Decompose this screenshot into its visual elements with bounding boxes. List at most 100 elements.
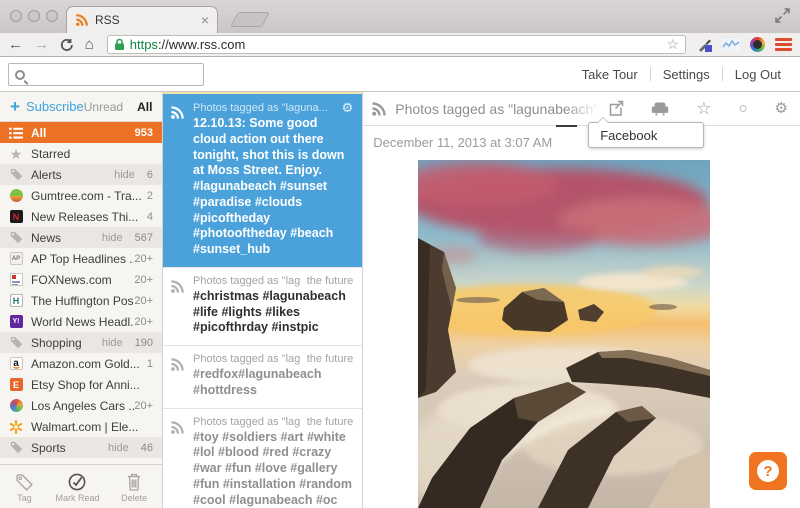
unread-circle-icon[interactable]: ○ bbox=[738, 101, 747, 116]
unread-count: 20+ bbox=[134, 252, 153, 265]
rss-favicon-icon bbox=[76, 14, 88, 26]
browser-tab[interactable]: RSS × bbox=[66, 6, 218, 33]
sidebar-item-all[interactable]: All 953 bbox=[0, 122, 162, 143]
sidebar-item-label: News bbox=[31, 230, 62, 245]
url-scheme: https bbox=[129, 37, 158, 52]
bookmark-star-icon[interactable]: ☆ bbox=[666, 36, 679, 53]
sidebar-item-walmart[interactable]: Walmart.com | Ele... bbox=[0, 416, 162, 437]
logout-link[interactable]: Log Out bbox=[723, 67, 793, 82]
graph-extension-icon[interactable] bbox=[722, 38, 740, 51]
sidebar-item-new-releases[interactable]: N New Releases Thi... 4 bbox=[0, 206, 162, 227]
subscribe-button[interactable]: Subscribe bbox=[26, 99, 84, 114]
filter-unread[interactable]: Unread bbox=[84, 100, 123, 114]
window-zoom-button[interactable] bbox=[46, 10, 58, 22]
delete-button[interactable]: Delete bbox=[121, 473, 147, 503]
sidebar-item-starred[interactable]: ★ Starred bbox=[0, 143, 162, 164]
hide-link[interactable]: hide bbox=[102, 337, 123, 349]
eyedropper-extension-icon[interactable] bbox=[697, 37, 712, 52]
hide-link[interactable]: hide bbox=[114, 169, 135, 181]
new-tab-button[interactable] bbox=[230, 12, 270, 27]
take-tour-link[interactable]: Take Tour bbox=[570, 67, 650, 82]
refresh-icon[interactable] bbox=[60, 38, 74, 52]
amazon-favicon-icon: a bbox=[8, 357, 24, 370]
star-icon[interactable]: ☆ bbox=[696, 100, 711, 117]
account-links: Take Tour Settings Log Out bbox=[570, 57, 793, 91]
tab-close-icon[interactable]: × bbox=[201, 13, 209, 27]
feed-item-title: #toy #soldiers #art #white #lol #blood #… bbox=[193, 429, 353, 507]
window-minimize-button[interactable] bbox=[28, 10, 40, 22]
sidebar-item-foxnews[interactable]: FOXNews.com 20+ bbox=[0, 269, 162, 290]
settings-link[interactable]: Settings bbox=[651, 67, 722, 82]
mark-read-button[interactable]: Mark Read bbox=[55, 472, 100, 503]
sidebar-item-ap[interactable]: AP AP Top Headlines ... 20+ bbox=[0, 248, 162, 269]
unread-count: 20+ bbox=[134, 294, 153, 307]
gear-icon[interactable]: ⚙ bbox=[775, 101, 788, 116]
reader-header: Photos tagged as "lagunabeach" on In bbox=[363, 92, 800, 126]
unread-count: 1 bbox=[146, 357, 153, 370]
tag-button[interactable]: Tag bbox=[15, 473, 34, 503]
article-title: Photos tagged as "lagunabeach" on In bbox=[395, 100, 608, 117]
sidebar-item-news[interactable]: News hide 567 bbox=[0, 227, 162, 248]
huffington-favicon-icon: H bbox=[8, 294, 24, 307]
fullscreen-icon[interactable] bbox=[775, 8, 790, 23]
sidebar-item-world-news[interactable]: Y! World News Headl... 20+ bbox=[0, 311, 162, 332]
chrome-menu-icon[interactable] bbox=[775, 38, 792, 51]
sidebar-item-label: New Releases Thi... bbox=[31, 209, 139, 224]
address-bar[interactable]: https ://www.rss.com ☆ bbox=[106, 35, 686, 54]
tab-title: RSS bbox=[95, 13, 120, 27]
camera-lens-extension-icon[interactable] bbox=[750, 37, 765, 52]
yahoo-favicon-icon: Y! bbox=[8, 315, 24, 328]
help-button[interactable]: ? bbox=[749, 452, 787, 490]
feed-item-time: the future bbox=[306, 353, 354, 365]
feed-item-source: Photos tagged as "laguna... bbox=[193, 274, 301, 287]
unread-count: 46 bbox=[140, 441, 153, 454]
sidebar-item-gumtree[interactable]: Gumtree.com - Tra... 2 bbox=[0, 185, 162, 206]
unread-count: 6 bbox=[146, 168, 153, 181]
sidebar-item-label: Amazon.com Gold... bbox=[31, 356, 140, 371]
sidebar-item-huffington[interactable]: H The Huffington Pos... 20+ bbox=[0, 290, 162, 311]
hide-link[interactable]: hide bbox=[102, 232, 123, 244]
rss-icon bbox=[372, 101, 386, 116]
feed-item[interactable]: Photos tagged as "laguna... the future #… bbox=[163, 268, 363, 346]
footer-button-label: Delete bbox=[121, 492, 148, 503]
feed-list: Photos tagged as "laguna... ⚙ 12.10.13: … bbox=[163, 92, 364, 508]
search-box[interactable] bbox=[8, 63, 204, 86]
sidebar-item-label: Walmart.com | Ele... bbox=[31, 419, 139, 434]
share-icon[interactable] bbox=[607, 100, 624, 117]
share-menu: Facebook bbox=[588, 117, 705, 148]
sidebar-item-label: Los Angeles Cars ... bbox=[31, 398, 135, 413]
tag-icon bbox=[8, 231, 24, 244]
back-icon[interactable]: ← bbox=[8, 37, 23, 52]
plus-icon[interactable]: + bbox=[10, 97, 20, 117]
hide-link[interactable]: hide bbox=[108, 442, 129, 454]
forward-icon[interactable]: → bbox=[34, 37, 49, 52]
sidebar-item-etsy[interactable]: E Etsy Shop for Anni... bbox=[0, 374, 162, 395]
trash-icon bbox=[128, 473, 141, 491]
sidebar-item-label: FOXNews.com bbox=[31, 272, 112, 287]
feed-item[interactable]: Photos tagged as "laguna... the future #… bbox=[163, 346, 363, 409]
share-menu-item-facebook[interactable]: Facebook bbox=[600, 128, 657, 143]
item-gear-icon[interactable]: ⚙ bbox=[342, 101, 354, 114]
sidebar-item-sports[interactable]: Sports hide 46 bbox=[0, 437, 162, 458]
armchair-icon[interactable] bbox=[651, 101, 669, 116]
sidebar-item-label: Sports bbox=[31, 440, 66, 455]
search-icon bbox=[15, 69, 25, 80]
filter-all[interactable]: All bbox=[137, 100, 152, 114]
sidebar-item-la-cars[interactable]: Los Angeles Cars ... 20+ bbox=[0, 395, 162, 416]
rss-icon bbox=[171, 358, 184, 371]
home-icon[interactable]: ⌂ bbox=[85, 37, 94, 52]
app-top-bar: Take Tour Settings Log Out bbox=[0, 57, 800, 92]
sidebar-item-alerts[interactable]: Alerts hide 6 bbox=[0, 164, 162, 185]
feed-item-title: 12.10.13: Some good cloud action out the… bbox=[193, 116, 345, 256]
sidebar-item-label: All bbox=[31, 125, 47, 140]
feed-item-time: the future bbox=[306, 415, 354, 428]
sidebar-item-label: Starred bbox=[31, 146, 71, 161]
tag-icon bbox=[8, 441, 24, 454]
gumtree-favicon-icon bbox=[8, 189, 24, 202]
feed-item-selected[interactable]: Photos tagged as "laguna... ⚙ 12.10.13: … bbox=[163, 92, 363, 268]
feed-item[interactable]: Photos tagged as "laguna... the future #… bbox=[163, 409, 362, 508]
window-close-button[interactable] bbox=[10, 10, 22, 22]
feed-item-title: #redfox#lagunabeach #hottdress bbox=[193, 367, 322, 397]
sidebar-item-amazon[interactable]: a Amazon.com Gold... 1 bbox=[0, 353, 162, 374]
sidebar-item-shopping[interactable]: Shopping hide 190 bbox=[0, 332, 162, 353]
